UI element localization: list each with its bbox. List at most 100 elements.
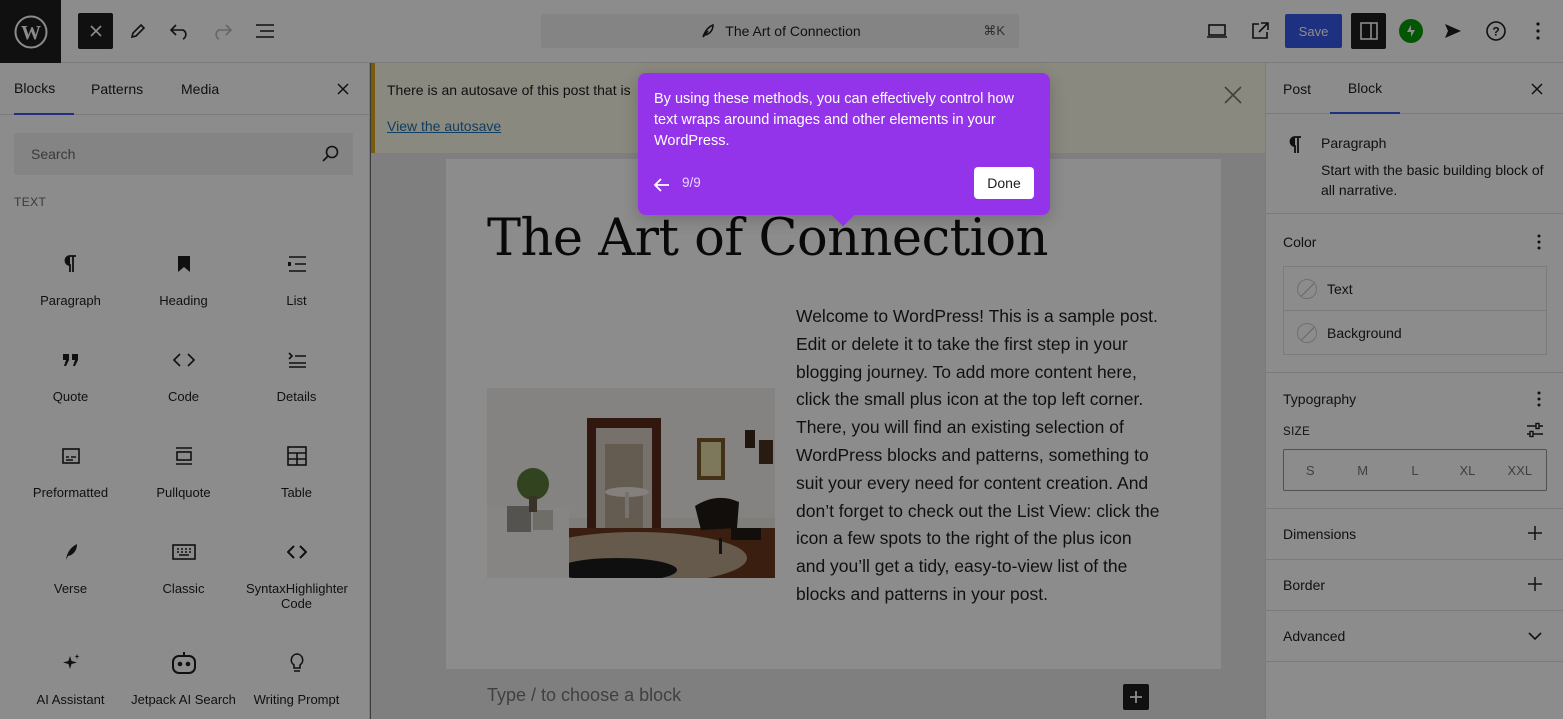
sliders-icon[interactable] [1526, 422, 1544, 438]
save-button[interactable]: Save [1285, 14, 1342, 48]
block-writing-prompt[interactable]: Writing Prompt [240, 640, 353, 719]
tour-done-button[interactable]: Done [974, 167, 1034, 199]
block-appender[interactable]: Type / to choose a block [487, 685, 681, 706]
border-panel[interactable]: Border [1266, 560, 1563, 611]
settings-sidebar: Post Block Paragraph Start with the basi… [1265, 63, 1563, 719]
block-syntaxhighlighter-code[interactable]: SyntaxHighlighter Code [240, 529, 353, 619]
tab-patterns[interactable]: Patterns [91, 63, 143, 115]
block-list[interactable]: List [240, 241, 353, 331]
tab-media[interactable]: Media [181, 63, 219, 115]
heading-icon [127, 249, 240, 279]
help-button[interactable]: ? [1479, 13, 1513, 49]
redo-icon [215, 24, 233, 40]
settings-toggle-button[interactable] [1351, 13, 1386, 49]
block-card-title: Paragraph [1321, 135, 1387, 151]
wordpress-icon: W [14, 15, 47, 48]
preview-button[interactable] [1200, 13, 1234, 49]
tab-blocks[interactable]: Blocks [14, 63, 74, 115]
close-inserter-panel-button[interactable] [331, 77, 355, 101]
redo-button[interactable] [205, 13, 239, 49]
size-s[interactable]: S [1284, 450, 1336, 490]
dimensions-panel[interactable]: Dimensions [1266, 509, 1563, 560]
size-xxl[interactable]: XXL [1494, 450, 1546, 490]
background-color-swatch [1297, 323, 1317, 343]
preformatted-icon [14, 441, 127, 471]
sidebar-icon [1359, 22, 1378, 40]
list-icon [240, 249, 353, 279]
editor-header: W The Art of Connection ⌘K Save ? [0, 0, 1563, 63]
post-image[interactable] [487, 388, 775, 578]
back-arrow-icon[interactable] [652, 175, 672, 195]
publish-social-button[interactable] [1436, 13, 1470, 49]
block-heading[interactable]: Heading [127, 241, 240, 331]
block-code[interactable]: Code [127, 337, 240, 427]
list-view-button[interactable] [248, 13, 282, 49]
advanced-panel[interactable]: Advanced [1266, 611, 1563, 662]
close-icon [337, 83, 349, 95]
view-autosave-link[interactable]: View the autosave [387, 118, 501, 134]
details-icon [240, 345, 353, 375]
close-settings-icon[interactable] [1525, 77, 1549, 101]
tools-button[interactable] [121, 13, 155, 49]
block-ai-assistant[interactable]: AI Assistant [14, 640, 127, 719]
dismiss-notice-icon[interactable] [1221, 83, 1245, 107]
color-background-row[interactable]: Background [1284, 311, 1546, 355]
svg-text:?: ? [1492, 25, 1499, 39]
view-post-button[interactable] [1243, 13, 1277, 49]
block-search [14, 133, 353, 175]
text-color-swatch [1297, 278, 1317, 299]
more-vertical-icon [1536, 22, 1540, 40]
feather-icon [702, 23, 715, 38]
plus-icon [1528, 577, 1542, 591]
tab-block[interactable]: Block [1330, 63, 1400, 114]
tab-post[interactable]: Post [1283, 63, 1311, 114]
jetpack-ai-search-icon [127, 648, 240, 678]
pencil-icon [130, 23, 146, 39]
add-block-button[interactable] [1123, 684, 1149, 710]
color-text-row[interactable]: Text [1284, 267, 1546, 311]
paragraph-icon [1289, 136, 1301, 153]
more-vertical-icon[interactable] [1536, 233, 1542, 251]
classic-icon [127, 537, 240, 567]
document-bar[interactable]: The Art of Connection ⌘K [541, 14, 1019, 48]
help-icon: ? [1486, 21, 1506, 41]
wordpress-logo-button[interactable]: W [0, 0, 61, 63]
block-quote[interactable]: Quote [14, 337, 127, 427]
desktop-icon [1207, 24, 1227, 38]
post-paragraph[interactable]: Welcome to WordPress! This is a sample p… [796, 303, 1161, 609]
more-vertical-icon[interactable] [1536, 390, 1542, 408]
size-label: SIZE [1283, 426, 1311, 438]
block-inserter-panel: Blocks Patterns Media TEXT Paragraph Hea… [0, 63, 370, 719]
category-label: TEXT [14, 195, 47, 209]
search-icon [322, 145, 339, 162]
living-room-image [487, 388, 775, 578]
document-title: The Art of Connection [725, 23, 861, 39]
block-pullquote[interactable]: Pullquote [127, 433, 240, 523]
undo-button[interactable] [163, 13, 197, 49]
close-inserter-button[interactable] [78, 13, 113, 49]
inserter-tabs: Blocks Patterns Media [0, 63, 369, 115]
close-icon [89, 25, 102, 37]
block-verse[interactable]: Verse [14, 529, 127, 619]
notice-text: There is an autosave of this post that i… [387, 82, 631, 98]
block-preformatted[interactable]: Preformatted [14, 433, 127, 523]
size-l[interactable]: L [1389, 450, 1441, 490]
size-m[interactable]: M [1336, 450, 1388, 490]
options-button[interactable] [1521, 13, 1555, 49]
tour-step-count: 9/9 [682, 175, 701, 190]
block-classic[interactable]: Classic [127, 529, 240, 619]
size-xl[interactable]: XL [1441, 450, 1493, 490]
block-details[interactable]: Details [240, 337, 353, 427]
jetpack-button[interactable] [1399, 19, 1423, 43]
undo-icon [169, 24, 187, 40]
block-jetpack-ai-search[interactable]: Jetpack AI Search [127, 640, 240, 719]
block-table[interactable]: Table [240, 433, 353, 523]
post-title[interactable]: The Art of Connection [487, 209, 1048, 268]
settings-tabs: Post Block [1266, 63, 1563, 114]
block-search-input[interactable] [14, 133, 353, 175]
plus-icon [1528, 526, 1542, 540]
send-icon [1445, 24, 1461, 38]
post-content: The Art of Connection Welcome to WordPre… [446, 159, 1221, 669]
block-paragraph[interactable]: Paragraph [14, 241, 127, 331]
tour-text: By using these methods, you can effectiv… [654, 91, 1015, 149]
